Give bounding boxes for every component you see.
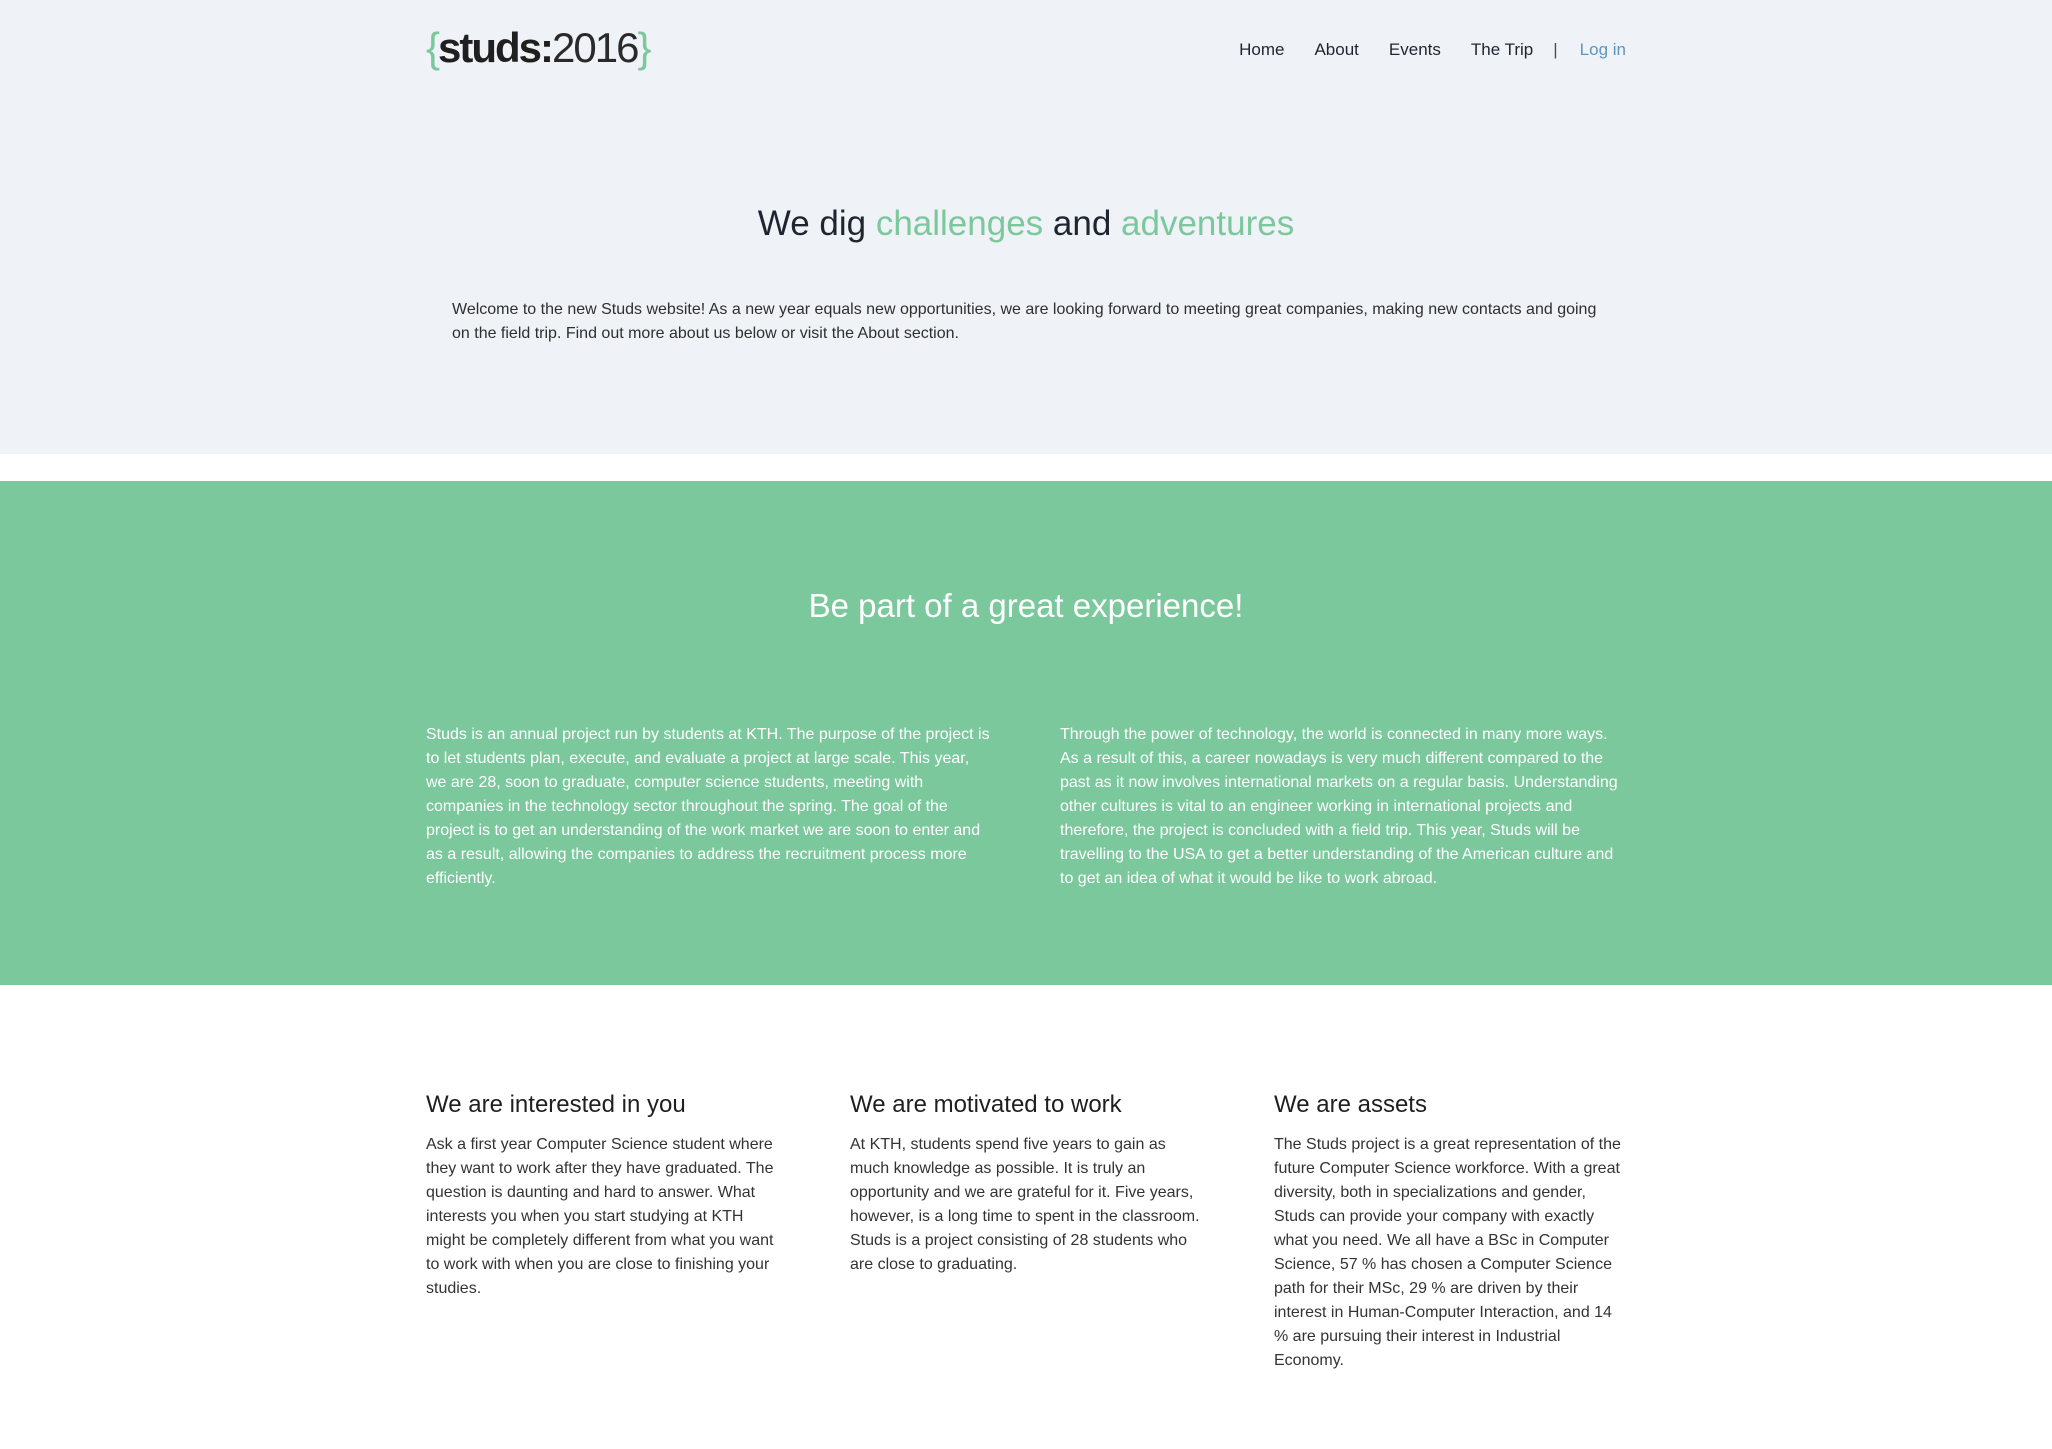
- experience-columns: Studs is an annual project run by studen…: [426, 707, 1626, 907]
- experience-text-right: Through the power of technology, the wor…: [1060, 726, 1618, 888]
- feature-text: The Studs project is a great representat…: [1274, 1136, 1621, 1370]
- nav-about[interactable]: About: [1314, 40, 1358, 60]
- feature-title: We are motivated to work: [850, 1091, 1122, 1119]
- nav-separator: |: [1553, 40, 1558, 59]
- main-nav: Home About Events The Trip | Log in: [1209, 40, 1626, 60]
- hero-welcome-text: Welcome to the new Studs website! As a n…: [452, 301, 1597, 342]
- hero-title-accent-challenges: challenges: [875, 204, 1044, 243]
- experience-title: Be part of a great experience!: [808, 587, 1244, 625]
- logo-close-brace: }: [637, 24, 651, 71]
- feature-motivated: We are motivated to work At KTH, student…: [850, 1091, 1202, 1373]
- feature-title: We are assets: [1274, 1091, 1427, 1119]
- top-navbar: { studs: 2016 } Home About Events The Tr…: [426, 0, 1626, 100]
- feature-columns: We are interested in you Ask a first yea…: [426, 985, 1626, 1373]
- site-logo[interactable]: { studs: 2016 }: [426, 24, 652, 71]
- login-link[interactable]: Log in: [1580, 40, 1626, 60]
- logo-open-brace: {: [426, 24, 440, 71]
- feature-text: Ask a first year Computer Science studen…: [426, 1136, 774, 1298]
- logo-year: 2016: [552, 24, 639, 71]
- hero-title-part2: and: [1043, 204, 1122, 243]
- hero-title-part1: We dig: [757, 204, 876, 243]
- experience-section: Be part of a great experience! Studs is …: [0, 481, 2052, 986]
- nav-the-trip[interactable]: The Trip: [1471, 40, 1533, 60]
- feature-title: We are interested in you: [426, 1091, 686, 1119]
- nav-events[interactable]: Events: [1389, 40, 1441, 60]
- features-section: We are interested in you Ask a first yea…: [0, 985, 2052, 1449]
- hero-title: We dig challenges and adventures: [426, 204, 1626, 244]
- logo-word: studs:: [438, 24, 554, 71]
- hero-section: { studs: 2016 } Home About Events The Tr…: [0, 0, 2052, 454]
- nav-home[interactable]: Home: [1239, 40, 1284, 60]
- hero-title-accent-adventures: adventures: [1121, 204, 1295, 243]
- experience-text-left: Studs is an annual project run by studen…: [426, 726, 990, 888]
- feature-assets: We are assets The Studs project is a gre…: [1274, 1091, 1626, 1373]
- feature-interested: We are interested in you Ask a first yea…: [426, 1091, 778, 1373]
- feature-text: At KTH, students spend five years to gai…: [850, 1136, 1200, 1274]
